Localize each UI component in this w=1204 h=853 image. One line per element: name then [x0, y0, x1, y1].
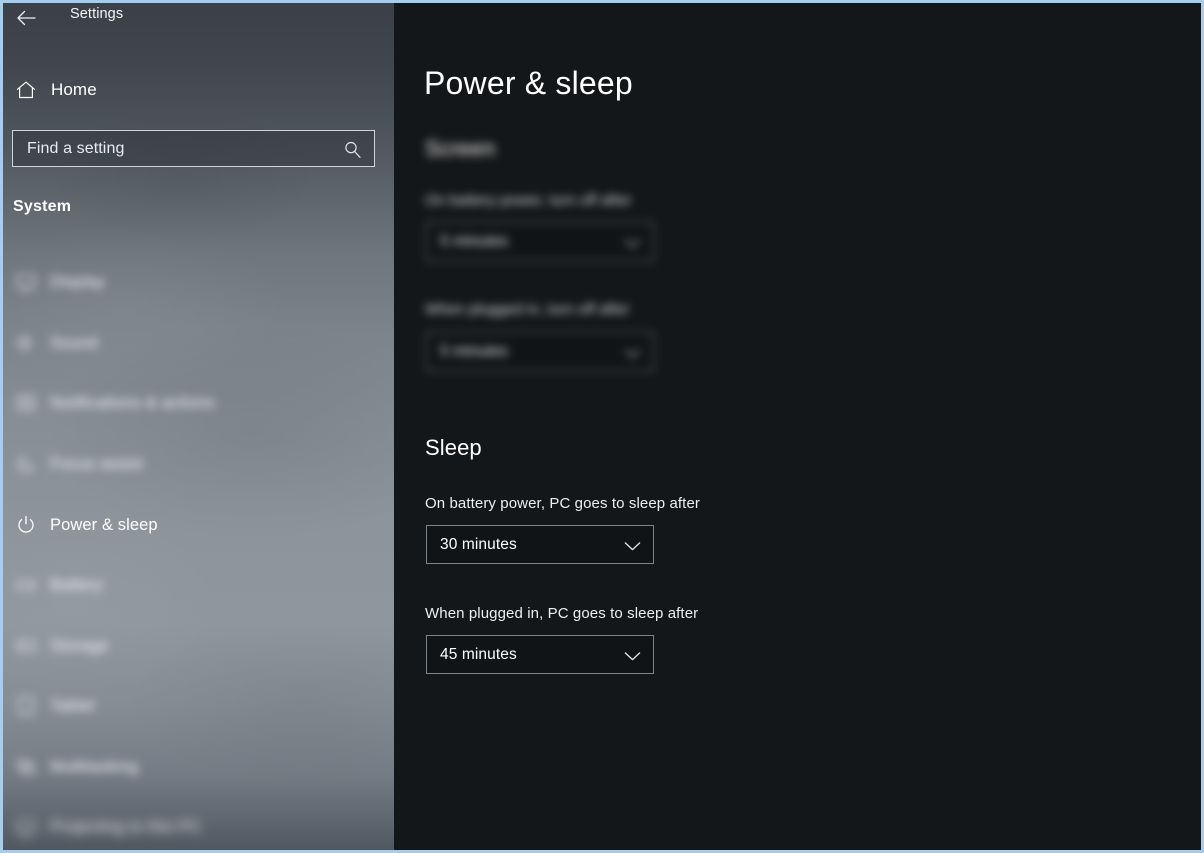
home-icon: [13, 77, 39, 103]
sleep-plugged-dropdown[interactable]: 45 minutes: [426, 635, 654, 674]
chevron-down-icon: [624, 649, 641, 661]
sleep-battery-label: On battery power, PC goes to sleep after: [425, 495, 700, 512]
focus-assist-icon: [13, 451, 39, 477]
sidebar-item-sound[interactable]: Sound: [3, 322, 394, 364]
screen-plugged-dropdown[interactable]: 5 minutes: [426, 332, 654, 371]
storage-icon: [13, 633, 39, 659]
battery-icon: [13, 572, 39, 598]
search-input[interactable]: Find a setting: [12, 130, 375, 167]
sidebar-item-label-projecting-to-this-pc: Projecting to this PC: [50, 817, 202, 836]
sleep-battery-dropdown-value: 30 minutes: [440, 535, 517, 553]
screen-battery-dropdown[interactable]: 5 minutes: [426, 222, 654, 261]
screen-battery-label: On battery power, turn off after: [425, 192, 632, 209]
sidebar-item-label-focus-assist: Focus assist: [50, 454, 143, 473]
screen-plugged-dropdown-value: 5 minutes: [440, 342, 509, 360]
chevron-down-icon: [624, 346, 641, 358]
chevron-down-icon: [624, 539, 641, 551]
power-icon: [13, 512, 39, 538]
projecting-icon: [13, 814, 39, 840]
sidebar-item-multitasking[interactable]: Multitasking: [3, 746, 394, 788]
sidebar-item-battery[interactable]: Battery: [3, 564, 394, 606]
settings-window: Settings Home Find a setting System Disp…: [0, 0, 1204, 853]
section-heading-screen: Screen: [425, 136, 496, 161]
sidebar-group-label-system: System: [13, 198, 72, 215]
settings-content: Power & sleep Screen On battery power, t…: [394, 3, 1201, 850]
sound-icon: [13, 330, 39, 356]
sidebar-item-tablet[interactable]: Tablet: [3, 685, 394, 727]
tablet-icon: [13, 693, 39, 719]
multitasking-icon: [13, 754, 39, 780]
screen-plugged-label: When plugged in, turn off after: [425, 301, 630, 318]
sidebar-item-label-home: Home: [51, 80, 97, 99]
sidebar-item-home[interactable]: Home: [3, 69, 394, 111]
window-title: Settings: [70, 6, 124, 22]
display-icon: [13, 269, 39, 295]
sidebar-item-label-battery: Battery: [50, 575, 103, 594]
sidebar-item-focus-assist[interactable]: Focus assist: [3, 443, 394, 485]
sidebar-item-label-sound: Sound: [50, 333, 99, 352]
sidebar-item-display[interactable]: Display: [3, 261, 394, 303]
screen-battery-dropdown-value: 5 minutes: [440, 232, 509, 250]
sidebar-item-label-storage: Storage: [50, 636, 109, 655]
search-input-text: Find a setting: [27, 139, 125, 157]
sidebar-item-label-multitasking: Multitasking: [50, 757, 139, 776]
sidebar-item-power-and-sleep[interactable]: Power & sleep: [3, 504, 394, 546]
settings-sidebar: Settings Home Find a setting System Disp…: [3, 3, 394, 850]
section-heading-sleep: Sleep: [425, 435, 482, 460]
sidebar-item-storage[interactable]: Storage: [3, 625, 394, 667]
page-title: Power & sleep: [424, 65, 633, 101]
sleep-battery-dropdown[interactable]: 30 minutes: [426, 525, 654, 564]
sidebar-item-label-tablet: Tablet: [50, 696, 95, 715]
search-icon[interactable]: [343, 140, 362, 159]
sleep-plugged-dropdown-value: 45 minutes: [440, 645, 517, 663]
back-arrow-icon[interactable]: [13, 5, 39, 31]
notifications-icon: [13, 390, 39, 416]
sleep-plugged-label: When plugged in, PC goes to sleep after: [425, 605, 699, 622]
sidebar-item-projecting-to-this-pc[interactable]: Projecting to this PC: [3, 806, 394, 848]
title-bar: Settings: [3, 3, 394, 33]
sidebar-item-label-power-and-sleep: Power & sleep: [50, 515, 158, 534]
chevron-down-icon: [624, 236, 641, 248]
sidebar-item-label-display: Display: [50, 272, 105, 291]
sidebar-item-notifications-and-actions[interactable]: Notifications & actions: [3, 382, 394, 424]
sidebar-item-label-notifications-and-actions: Notifications & actions: [50, 393, 215, 412]
